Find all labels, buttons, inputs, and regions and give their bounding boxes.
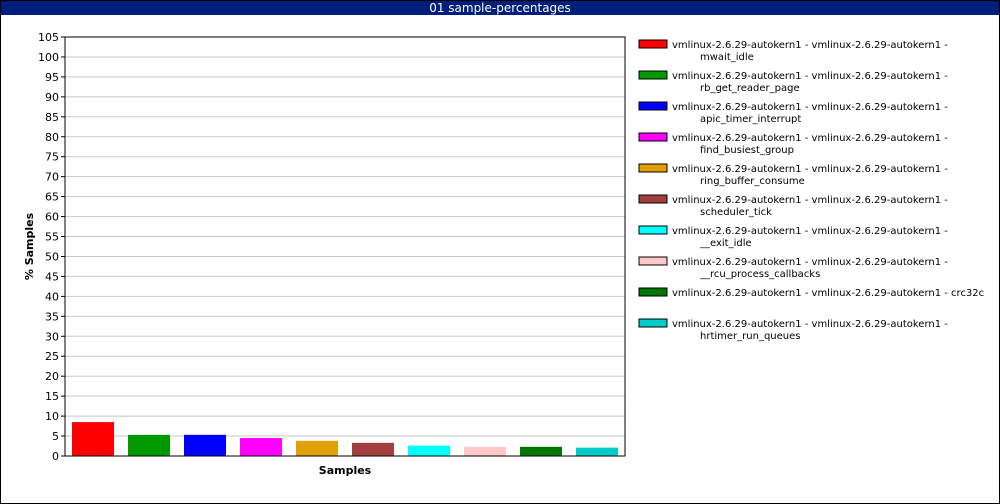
legend-swatch bbox=[638, 225, 668, 235]
legend-swatch bbox=[638, 70, 668, 80]
window-title: 01 sample-percentages bbox=[429, 1, 571, 15]
y-tick-label: 85 bbox=[45, 111, 59, 124]
legend-swatch bbox=[638, 101, 668, 111]
y-tick-label: 65 bbox=[45, 191, 59, 204]
y-tick-label: 80 bbox=[45, 131, 59, 144]
legend-label: __exit_idle bbox=[699, 238, 752, 249]
y-tick-label: 60 bbox=[45, 211, 59, 224]
legend-label: vmlinux-2.6.29-autokern1 - vmlinux-2.6.2… bbox=[672, 257, 948, 268]
legend-label: ring_buffer_consume bbox=[700, 176, 805, 187]
legend-label: find_busiest_group bbox=[700, 145, 794, 156]
legend-swatch bbox=[638, 163, 668, 173]
y-tick-label: 5 bbox=[52, 430, 59, 443]
y-tick-label: 55 bbox=[45, 231, 59, 244]
bar bbox=[352, 442, 394, 456]
legend-label: vmlinux-2.6.29-autokern1 - vmlinux-2.6.2… bbox=[672, 71, 948, 82]
bar bbox=[184, 434, 226, 456]
y-tick-label: 70 bbox=[45, 171, 59, 184]
bar bbox=[576, 447, 618, 456]
legend-label: __rcu_process_callbacks bbox=[699, 269, 820, 280]
legend-swatch bbox=[638, 256, 668, 266]
legend-swatch bbox=[638, 287, 668, 297]
legend-label: vmlinux-2.6.29-autokern1 - vmlinux-2.6.2… bbox=[672, 319, 948, 330]
legend-swatch bbox=[638, 318, 668, 328]
grid-lines bbox=[65, 56, 625, 437]
bar bbox=[464, 446, 506, 456]
y-tick-label: 75 bbox=[45, 151, 59, 164]
bar bbox=[296, 440, 338, 456]
legend-label: vmlinux-2.6.29-autokern1 - vmlinux-2.6.2… bbox=[672, 40, 948, 51]
legend-label: vmlinux-2.6.29-autokern1 - vmlinux-2.6.2… bbox=[672, 226, 948, 237]
bar bbox=[240, 438, 282, 456]
legend-label: scheduler_tick bbox=[700, 207, 772, 218]
y-axis-ticks: 0 5 10 15 20 25 30 35 40 45 50 55 60 65 70 75 80 85 90 95 10… bbox=[38, 31, 65, 463]
x-axis-label: Samples bbox=[319, 464, 372, 477]
legend-swatch bbox=[638, 132, 668, 142]
y-tick-label: 35 bbox=[45, 310, 59, 323]
bar bbox=[72, 422, 114, 456]
y-tick-label: 10 bbox=[45, 410, 59, 423]
plot-area bbox=[64, 36, 626, 457]
y-tick-label: 25 bbox=[45, 350, 59, 363]
chart-window: 01 sample-percentages 0 5 10 15 20 25 30 35 40 45… bbox=[0, 0, 1000, 504]
y-tick-label: 100 bbox=[38, 51, 59, 64]
legend-label: vmlinux-2.6.29-autokern1 - vmlinux-2.6.2… bbox=[672, 288, 984, 299]
legend-label: mwait_idle bbox=[700, 52, 754, 63]
y-tick-label: 90 bbox=[45, 91, 59, 104]
y-tick-label: 45 bbox=[45, 270, 59, 283]
bar bbox=[520, 446, 562, 456]
legend-label: apic_timer_interrupt bbox=[700, 114, 801, 125]
y-tick-label: 95 bbox=[45, 71, 59, 84]
y-tick-label: 40 bbox=[45, 290, 59, 303]
legend-label: vmlinux-2.6.29-autokern1 - vmlinux-2.6.2… bbox=[672, 133, 948, 144]
legend-label: vmlinux-2.6.29-autokern1 - vmlinux-2.6.2… bbox=[672, 195, 948, 206]
legend-swatch bbox=[638, 194, 668, 204]
bars bbox=[72, 422, 618, 456]
y-axis-label: % Samples bbox=[23, 212, 36, 280]
y-tick-label: 105 bbox=[38, 31, 59, 44]
y-tick-label: 20 bbox=[45, 370, 59, 383]
y-tick-label: 15 bbox=[45, 390, 59, 403]
legend-label: rb_get_reader_page bbox=[700, 83, 800, 94]
bar-chart: 0 5 10 15 20 25 30 35 40 45 50 55 60 65 70 75 80 85 90 95 10… bbox=[23, 31, 984, 477]
legend-label: vmlinux-2.6.29-autokern1 - vmlinux-2.6.2… bbox=[672, 102, 948, 113]
legend: vmlinux-2.6.29-autokern1 - vmlinux-2.6.2… bbox=[638, 39, 984, 342]
bar bbox=[408, 445, 450, 456]
y-tick-label: 0 bbox=[52, 450, 59, 463]
bar bbox=[128, 434, 170, 456]
legend-label: vmlinux-2.6.29-autokern1 - vmlinux-2.6.2… bbox=[672, 164, 948, 175]
y-tick-label: 50 bbox=[45, 250, 59, 263]
y-tick-label: 30 bbox=[45, 330, 59, 343]
title-bar: 01 sample-percentages bbox=[1, 1, 999, 15]
legend-label: hrtimer_run_queues bbox=[700, 331, 800, 342]
legend-swatch bbox=[638, 39, 668, 49]
